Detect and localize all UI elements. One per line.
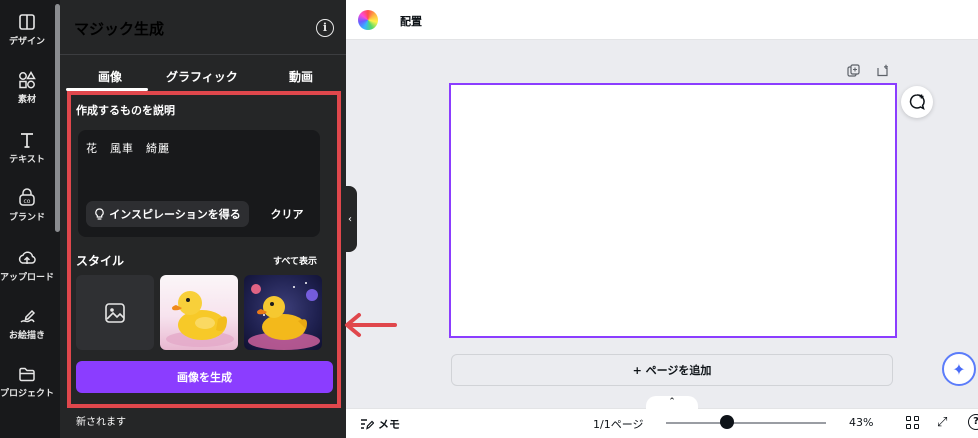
- magic-sparkle-icon[interactable]: ✦: [942, 352, 976, 386]
- collapse-panel-handle[interactable]: ‹: [343, 186, 357, 252]
- notes-label: メモ: [378, 418, 400, 431]
- chevron-left-icon: ‹: [348, 213, 352, 225]
- fullscreen-icon[interactable]: ⤢: [937, 415, 947, 430]
- rail-item-label: アップロード: [0, 273, 55, 283]
- add-page-button[interactable]: + ページを追加: [451, 354, 893, 386]
- help-icon[interactable]: ?: [968, 414, 978, 430]
- text-icon: [21, 133, 33, 148]
- rail-item-design[interactable]: デザイン: [0, 12, 54, 47]
- brand-icon: co: [19, 188, 35, 206]
- page-counter[interactable]: 1/1ページ: [593, 416, 643, 432]
- annotation-highlight-box: [67, 91, 341, 408]
- zoom-level[interactable]: 43%: [849, 416, 873, 429]
- top-bar: [346, 0, 978, 40]
- color-wheel-icon[interactable]: [358, 10, 378, 30]
- design-page[interactable]: [449, 83, 897, 338]
- shapes-icon: [19, 71, 36, 89]
- zoom-slider-thumb[interactable]: [720, 415, 734, 429]
- info-icon[interactable]: i: [316, 19, 334, 37]
- grid-view-icon[interactable]: [906, 416, 919, 429]
- left-rail: デザイン 素材 テキスト co ブランド アップロード お絵描き プロジェクト: [0, 0, 60, 438]
- notes-button[interactable]: メモ: [360, 416, 400, 432]
- rail-item-label: 素材: [17, 95, 36, 105]
- tab-video[interactable]: 動画: [289, 68, 313, 85]
- rail-item-draw[interactable]: お絵描き: [0, 306, 54, 341]
- rail-item-label: プロジェクト: [0, 389, 55, 399]
- rail-item-projects[interactable]: プロジェクト: [0, 364, 54, 399]
- zoom-slider-track[interactable]: [666, 422, 826, 424]
- annotation-arrow: [345, 313, 397, 337]
- rail-item-text[interactable]: テキスト: [0, 130, 54, 165]
- layout-icon: [19, 14, 35, 30]
- folder-icon: [19, 367, 35, 382]
- rail-item-label: デザイン: [8, 37, 45, 47]
- duplicate-page-icon[interactable]: [846, 64, 860, 78]
- panel-divider: [60, 54, 346, 55]
- tab-image[interactable]: 画像: [98, 68, 122, 85]
- updated-text: 新されます: [76, 417, 126, 428]
- arrange-button[interactable]: 配置: [400, 13, 422, 29]
- rail-item-brand[interactable]: co ブランド: [0, 188, 54, 223]
- rail-item-label: ブランド: [8, 213, 45, 223]
- tab-graphic[interactable]: グラフィック: [166, 68, 238, 85]
- rail-item-label: テキスト: [9, 155, 45, 165]
- upload-cloud-icon: [18, 251, 36, 264]
- rail-item-uploads[interactable]: アップロード: [0, 248, 54, 283]
- svg-text:co: co: [24, 198, 31, 205]
- draw-icon: [20, 309, 36, 323]
- comment-add-icon[interactable]: [901, 86, 933, 118]
- chevron-up-icon[interactable]: ⌃: [646, 396, 698, 410]
- bottom-bar: [346, 408, 978, 438]
- rail-item-label: お絵描き: [8, 331, 45, 341]
- panel-title: マジック生成: [74, 20, 165, 38]
- rail-item-elements[interactable]: 素材: [0, 70, 54, 105]
- add-page-icon[interactable]: [875, 64, 889, 78]
- notes-icon: [361, 419, 374, 430]
